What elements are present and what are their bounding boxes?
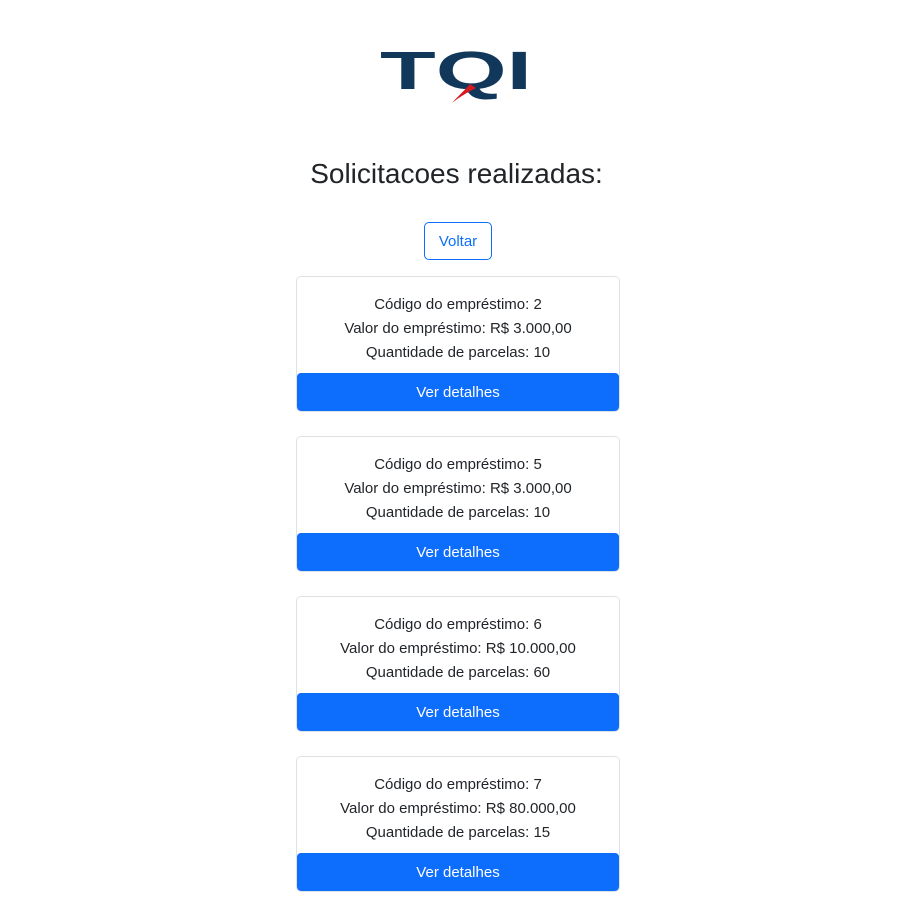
loan-card-body: Código do empréstimo: 6 Valor do emprést…: [297, 597, 619, 685]
page: TQI Solicitacoes realizadas: Voltar Códi…: [0, 0, 913, 913]
loan-card-body: Código do empréstimo: 2 Valor do emprést…: [297, 277, 619, 365]
view-details-button[interactable]: Ver detalhes: [297, 533, 619, 571]
loan-value: Valor do empréstimo: R$ 3.000,00: [344, 480, 572, 497]
loan-installments: Quantidade de parcelas: 15: [365, 824, 551, 841]
loan-installments: Quantidade de parcelas: 10: [365, 344, 551, 361]
loan-value: Valor do empréstimo: R$ 10.000,00: [340, 640, 576, 657]
loan-installments: Quantidade de parcelas: 60: [365, 664, 551, 681]
loan-value: Valor do empréstimo: R$ 3.000,00: [344, 320, 572, 337]
loan-card-body: Código do empréstimo: 7 Valor do emprést…: [297, 757, 619, 845]
view-details-button[interactable]: Ver detalhes: [297, 373, 619, 411]
page-title: Solicitacoes realizadas:: [310, 158, 603, 189]
loan-code: Código do empréstimo: 5: [374, 456, 542, 473]
loan-card: Código do empréstimo: 6 Valor do emprést…: [296, 596, 620, 732]
loan-installments: Quantidade de parcelas: 10: [365, 504, 551, 521]
loan-card: Código do empréstimo: 7 Valor do emprést…: [296, 756, 620, 892]
loan-code: Código do empréstimo: 6: [374, 616, 542, 633]
loan-card: Código do empréstimo: 5 Valor do emprést…: [296, 436, 620, 572]
svg-text:TQI: TQI: [380, 42, 532, 101]
view-details-button[interactable]: Ver detalhes: [297, 693, 619, 731]
loan-code: Código do empréstimo: 2: [374, 296, 542, 313]
loan-card-body: Código do empréstimo: 5 Valor do emprést…: [297, 437, 619, 525]
tqi-logo: TQI: [380, 42, 532, 103]
view-details-button[interactable]: Ver detalhes: [297, 853, 619, 891]
loan-value: Valor do empréstimo: R$ 80.000,00: [340, 800, 576, 817]
back-button[interactable]: Voltar: [424, 222, 492, 260]
loan-code: Código do empréstimo: 7: [374, 776, 542, 793]
loan-card: Código do empréstimo: 2 Valor do emprést…: [296, 276, 620, 412]
